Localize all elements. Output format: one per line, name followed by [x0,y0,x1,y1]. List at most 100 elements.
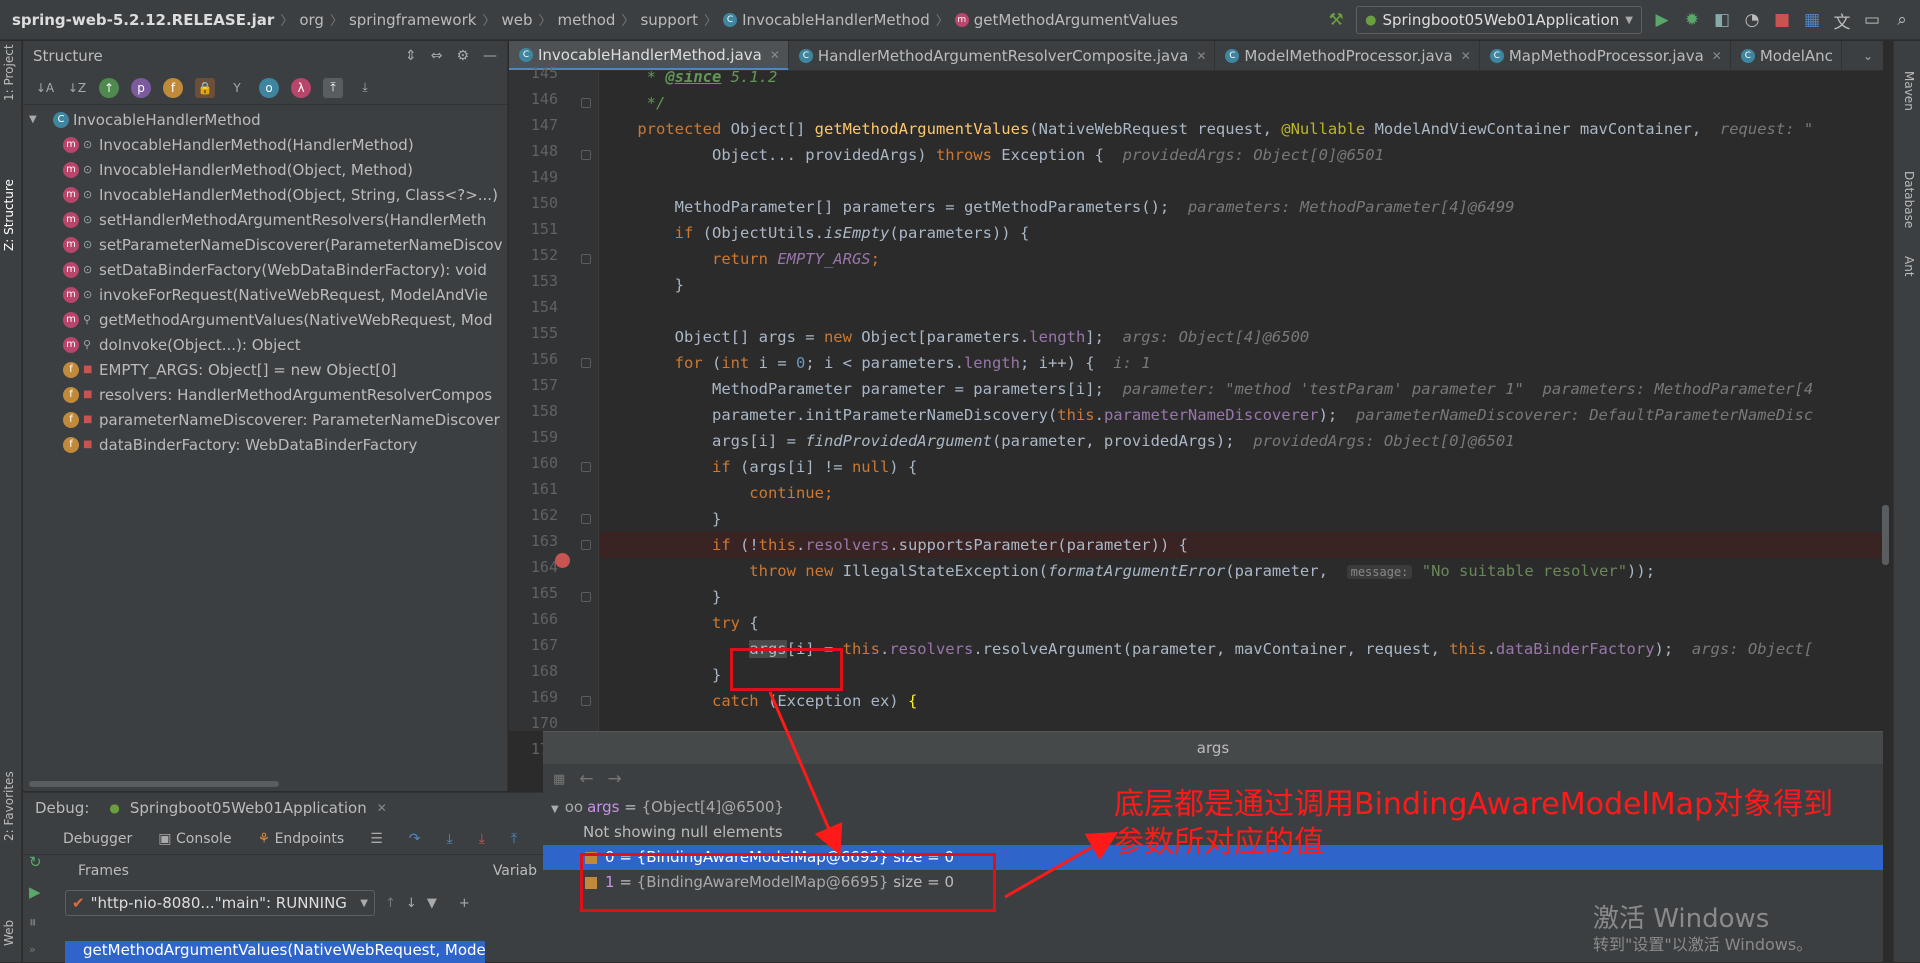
profiler-icon[interactable]: ◔ [1742,10,1762,30]
window-layout-icon[interactable]: ▭ [1862,10,1882,30]
tree-item[interactable]: f ■ dataBinderFactory: WebDataBinderFactor… [23,432,507,457]
tabs-overflow-chevron-icon[interactable]: ⌄ [1853,41,1883,70]
step-out-icon[interactable]: ⤒ [511,831,517,847]
rerun-icon[interactable]: ↻ [29,853,42,871]
tree-item[interactable]: m ⊙ InvocableHandlerMethod(Object, String,… [23,182,507,207]
back-arrow-icon[interactable]: ← [579,769,593,789]
fold-marker-icon[interactable] [581,98,591,108]
tree-item[interactable]: m ⊙ InvocableHandlerMethod(Object, Method) [23,157,507,182]
pin-icon[interactable]: ▦ [553,772,565,787]
tree-root[interactable]: ▼ C InvocableHandlerMethod [23,107,507,132]
menu-icon[interactable]: ☰ [370,831,383,847]
close-icon[interactable]: ✕ [1461,49,1471,63]
tab-console[interactable]: ▣ Console [158,831,231,847]
coverage-icon[interactable]: ◧ [1712,10,1732,30]
tree-item[interactable]: m ⊙ setParameterNameDiscoverer(ParameterNa… [23,232,507,257]
arrow-up-icon[interactable]: ↑ [385,896,396,911]
tab-resolver-composite[interactable]: C HandlerMethodArgumentResolverComposite.… [789,41,1216,70]
close-icon[interactable]: ✕ [770,48,780,62]
breadcrumb-jar[interactable]: spring-web-5.2.12.RELEASE.jar [12,11,274,29]
tab-endpoints[interactable]: ⚘ Endpoints [258,831,345,847]
add-icon[interactable]: + [459,896,470,911]
favorites-tool-tab[interactable]: 2: Favorites [2,771,16,841]
selected-frame[interactable]: getMethodArgumentValues(NativeWebRequest… [65,941,485,963]
vertical-scrollbar[interactable] [1882,505,1889,565]
show-fields-icon[interactable]: f [163,77,183,98]
sort-visibility-icon[interactable]: ↓Z [67,78,87,98]
show-properties-icon[interactable]: p [131,77,151,98]
tree-item[interactable]: m ⚲ doInvoke(Object...): Object [23,332,507,357]
expand-arrow-icon[interactable]: ▼ [29,114,43,125]
pause-icon[interactable]: ⏸ [29,913,42,931]
thread-select[interactable]: ✔ "http-nio-8080..."main": RUNNING ▼ [65,890,375,916]
tree-item[interactable]: m ⊙ invokeForRequest(NativeWebRequest, Mod… [23,282,507,307]
fold-marker-icon[interactable] [581,514,591,524]
translate-icon[interactable]: 文 [1832,8,1852,33]
project-tool-tab[interactable]: 1: Project [2,44,16,101]
tree-item[interactable]: f ■ resolvers: HandlerMethodArgumentResolv… [23,382,507,407]
run-configuration-select[interactable]: ● Springboot05Web01Application ▼ [1356,6,1642,34]
ant-tool-tab[interactable]: Ant [1902,256,1916,277]
gear-icon[interactable]: ⚙ [456,48,469,64]
tab-debugger[interactable]: Debugger [63,831,132,847]
fold-marker-icon[interactable] [581,254,591,264]
group-methods-icon[interactable]: Y [227,78,247,98]
arrow-down-icon[interactable]: ↓ [406,896,417,911]
maven-tool-tab[interactable]: Maven [1902,71,1916,111]
run-icon[interactable]: ▶ [1652,10,1672,30]
tree-item[interactable]: f ■ parameterNameDiscoverer: ParameterName… [23,407,507,432]
web-tool-tab[interactable]: Web [2,920,16,946]
fold-marker-icon[interactable] [581,150,591,160]
breadcrumb-method-name[interactable]: getMethodArgumentValues [974,11,1178,29]
project-structure-icon[interactable]: ▦ [1802,10,1822,30]
step-into-icon[interactable]: ⤓ [446,831,452,847]
expand-all-icon[interactable]: ⇕ [405,48,417,64]
force-step-into-icon[interactable]: ⤓ [479,831,485,847]
more-icon[interactable]: » [29,943,42,956]
debug-bug-icon[interactable]: ✹ [1682,10,1702,30]
fold-marker-icon[interactable] [581,540,591,550]
tree-item[interactable]: m ⊙ setDataBinderFactory(WebDataBinderFact… [23,257,507,282]
show-inherited-icon[interactable]: ↑ [99,77,119,98]
fold-marker-icon[interactable] [581,592,591,602]
sort-alpha-icon[interactable]: ↓A [35,78,55,98]
breakpoint-icon[interactable] [555,553,570,568]
breadcrumb-method[interactable]: method [558,11,616,29]
filter-icon[interactable]: ▼ [427,896,437,911]
database-tool-tab[interactable]: Database [1902,171,1916,228]
show-non-public-icon[interactable]: 🔒 [195,77,215,98]
minimize-icon[interactable]: — [483,48,497,64]
expand-arrow-icon[interactable]: ▼ [551,804,559,815]
autoscroll-to-source-icon[interactable]: ⤒ [323,77,343,98]
show-anonymous-icon[interactable]: o [259,77,279,98]
forward-arrow-icon[interactable]: → [608,769,622,789]
breadcrumb-web[interactable]: web [501,11,532,29]
tree-item[interactable]: f ■ EMPTY_ARGS: Object[] = new Object[0] [23,357,507,382]
autoscroll-from-source-icon[interactable]: ⤓ [355,78,375,98]
build-hammer-icon[interactable]: ⚒ [1326,10,1346,30]
structure-tool-tab[interactable]: Z: Structure [2,179,16,251]
breadcrumb-springframework[interactable]: springframework [349,11,476,29]
close-icon[interactable]: ✕ [1712,49,1722,63]
stop-icon[interactable]: ■ [1772,10,1792,30]
breadcrumb-class[interactable]: InvocableHandlerMethod [742,11,930,29]
tab-map-method-processor[interactable]: C MapMethodProcessor.java ✕ [1480,41,1731,70]
breadcrumb-org[interactable]: org [299,11,324,29]
fold-marker-icon[interactable] [581,358,591,368]
tab-model-and[interactable]: C ModelAnc [1731,41,1842,70]
tree-item[interactable]: m ⊙ InvocableHandlerMethod(HandlerMethod) [23,132,507,157]
horizontal-scrollbar[interactable] [29,781,279,787]
close-icon[interactable]: ✕ [377,801,387,815]
tab-model-method-processor[interactable]: C ModelMethodProcessor.java ✕ [1215,41,1480,70]
fold-marker-icon[interactable] [581,696,591,706]
show-lambdas-icon[interactable]: λ [291,77,311,98]
step-over-icon[interactable]: ↷ [409,831,421,847]
debug-session-tab[interactable]: Springboot05Web01Application [130,799,367,817]
breadcrumb-support[interactable]: support [640,11,698,29]
search-icon[interactable]: ⌕ [1892,10,1912,30]
tree-item[interactable]: m ⊙ setHandlerMethodArgumentResolvers(Hand… [23,207,507,232]
fold-marker-icon[interactable] [581,462,591,472]
resume-icon[interactable]: ▶ [29,883,42,901]
code-editor[interactable]: * @since 5.1.2 */ protected Object[] get… [600,71,1883,731]
close-icon[interactable]: ✕ [1196,49,1206,63]
